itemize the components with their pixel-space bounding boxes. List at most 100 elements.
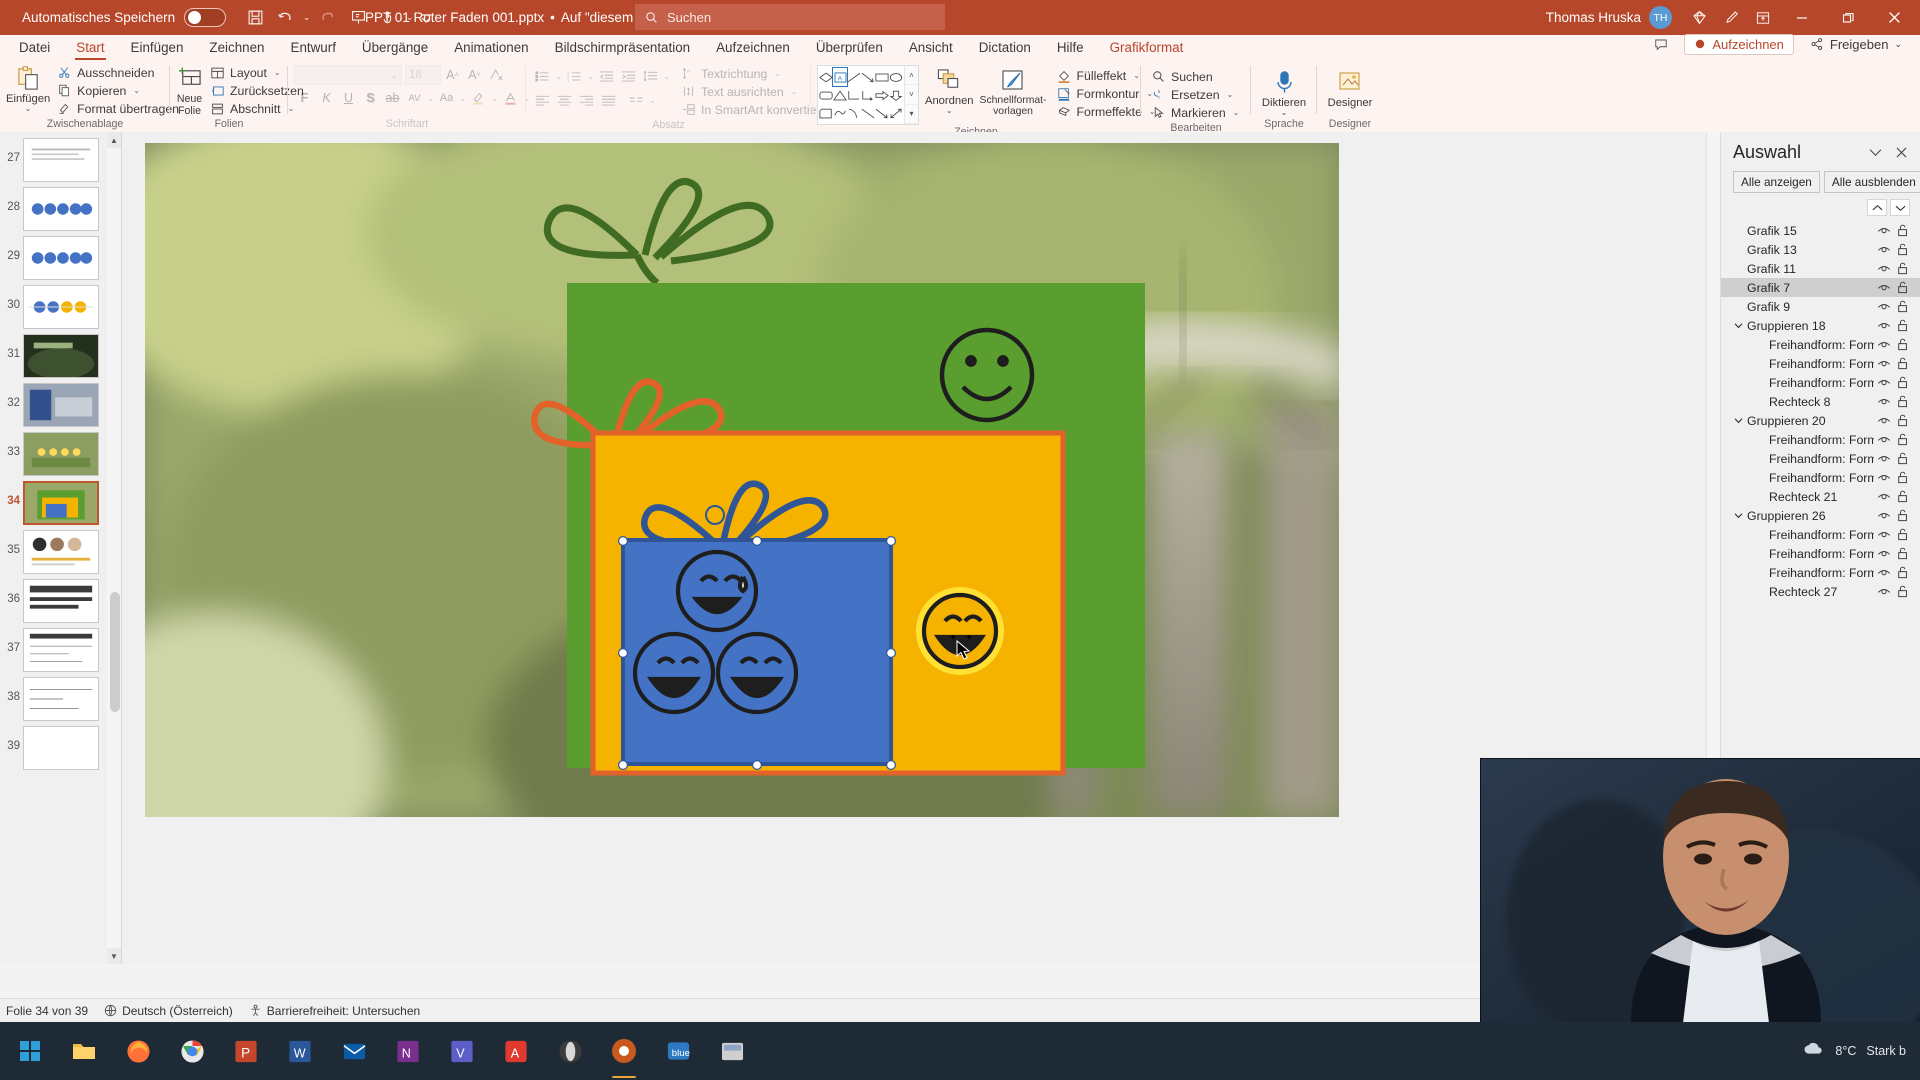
font-color-button[interactable] [500,88,521,108]
paste-button[interactable]: Einfügen ⌄ [6,63,50,113]
lock-icon[interactable] [1893,414,1912,427]
selection-pane-item[interactable]: Gruppieren 18 [1721,316,1920,335]
gallery-up-icon[interactable]: ˄ [905,66,918,86]
slide-thumbnail-image[interactable] [23,236,99,280]
chevron-down-icon[interactable] [1731,417,1745,424]
font-name-input[interactable]: ⌄ [294,65,402,85]
explorer-icon[interactable] [58,1022,110,1080]
slide-thumbnail-34[interactable]: 34 [0,481,107,525]
word-icon[interactable]: W [274,1022,326,1080]
lock-icon[interactable] [1893,338,1912,351]
tab-zeichnen[interactable]: Zeichnen [196,35,277,60]
acrobat-icon[interactable]: A [490,1022,542,1080]
shape-arc-icon[interactable] [847,104,861,122]
chrome-icon[interactable] [166,1022,218,1080]
character-spacing-button[interactable]: AV [404,88,425,108]
lock-icon[interactable] [1893,281,1912,294]
replace-caret-icon[interactable]: ⌄ [1227,90,1234,99]
selection-pane-item[interactable]: Grafik 13 [1721,240,1920,259]
undo-caret-icon[interactable]: ⌄ [300,12,313,23]
redo-icon[interactable] [313,3,343,33]
visibility-eye-icon[interactable] [1874,358,1893,369]
show-all-button[interactable]: Alle anzeigen [1733,171,1820,193]
slide-thumbnail-29[interactable]: 29 [0,236,107,280]
shape-scribble-icon[interactable] [833,104,847,122]
slide-thumbnail-31[interactable]: 31 [0,334,107,378]
slide-thumbnail-image[interactable] [23,726,99,770]
strikethrough-button[interactable]: ab [382,88,403,108]
slide-thumbnail-image[interactable] [23,530,99,574]
tab-uebergaenge[interactable]: Übergänge [349,35,441,60]
slide-thumbnail-image[interactable] [23,579,99,623]
share-button[interactable]: Freigeben ⌄ [1802,35,1910,54]
selection-pane-item[interactable]: Grafik 15 [1721,221,1920,240]
slide-thumbnail-27[interactable]: 27 [0,138,107,182]
lock-icon[interactable] [1893,376,1912,389]
lock-icon[interactable] [1893,528,1912,541]
justify-button[interactable] [598,90,619,110]
format-painter-button[interactable]: Format übertragen [53,100,183,117]
shape-triangle-icon[interactable] [833,86,847,104]
shadow-button[interactable]: S [360,88,381,108]
record-button[interactable]: Aufzeichnen [1684,33,1794,55]
selection-pane-item[interactable]: Freihandform: Form 29 [1721,544,1920,563]
layout-caret-icon[interactable]: ⌄ [274,68,281,77]
lock-icon[interactable] [1893,224,1912,237]
slide-thumbnail-39[interactable]: 39 [0,726,107,770]
designer-button[interactable]: Designer [1323,67,1377,109]
shape-line-icon[interactable] [847,68,861,86]
line-spacing-caret-icon[interactable]: ⌄ [662,72,671,81]
slide-panel-scrollbar[interactable]: ▲ ▼ [107,132,121,964]
selection-pane-item[interactable]: Freihandform: Form 14 [1721,373,1920,392]
save-icon[interactable] [240,3,270,33]
teams-icon[interactable]: V [436,1022,488,1080]
gallery-more-icon[interactable]: ▾ [905,104,918,124]
lock-icon[interactable] [1893,357,1912,370]
slide-thumbnail-28[interactable]: 28 [0,187,107,231]
slide-thumbnail-image[interactable] [23,432,99,476]
mail-icon[interactable] [328,1022,380,1080]
tab-start[interactable]: Start [63,35,117,61]
selection-pane-item[interactable]: Freihandform: Form 24 [1721,430,1920,449]
visibility-eye-icon[interactable] [1874,567,1893,578]
shape-down-arrow-icon[interactable] [889,86,903,104]
columns-caret-icon[interactable]: ⌄ [648,96,657,105]
shape-folded-corner-icon[interactable] [819,104,833,122]
selection-pane-item[interactable]: Freihandform: Form 23 [1721,449,1920,468]
slide-thumbnail-image[interactable] [23,628,99,672]
text-highlight-caret-icon[interactable]: ⌄ [490,94,499,103]
hide-all-button[interactable]: Alle ausblenden [1823,171,1920,193]
align-center-button[interactable] [554,90,575,110]
close-icon[interactable] [1890,143,1912,163]
shape-diamond-icon[interactable] [819,68,833,86]
visibility-eye-icon[interactable] [1874,491,1893,502]
bullets-caret-icon[interactable]: ⌄ [554,72,563,81]
opera-icon[interactable] [544,1022,596,1080]
decrease-indent-button[interactable] [596,66,617,86]
decrease-font-size-button[interactable]: A ˅ [464,65,485,85]
search-box[interactable]: Suchen [635,4,945,30]
lock-icon[interactable] [1893,566,1912,579]
share-caret-icon[interactable]: ⌄ [1894,39,1902,50]
selection-pane-item[interactable]: Gruppieren 20 [1721,411,1920,430]
ink-pen-icon[interactable] [1716,3,1746,33]
visibility-eye-icon[interactable] [1874,586,1893,597]
visibility-eye-icon[interactable] [1874,548,1893,559]
shape-rounded-rect-icon[interactable] [819,86,833,104]
slide-thumbnail-image[interactable] [23,138,99,182]
slide-thumbnail-image[interactable] [23,334,99,378]
align-text-caret-icon[interactable]: ⌄ [791,87,798,96]
misc-app-icon[interactable] [706,1022,758,1080]
italic-button[interactable]: K [316,88,337,108]
tab-hilfe[interactable]: Hilfe [1044,35,1097,60]
lock-icon[interactable] [1893,509,1912,522]
shape-arrow2-icon[interactable] [875,104,889,122]
visibility-eye-icon[interactable] [1874,415,1893,426]
select-caret-icon[interactable]: ⌄ [1233,108,1240,117]
chevron-down-icon[interactable] [1731,322,1745,329]
clear-formatting-button[interactable] [486,65,507,85]
increase-indent-button[interactable] [618,66,639,86]
lock-icon[interactable] [1893,319,1912,332]
font-size-input[interactable]: 18 [405,65,441,85]
replace-button[interactable]: b c Ersetzen ⌄ [1147,86,1243,103]
